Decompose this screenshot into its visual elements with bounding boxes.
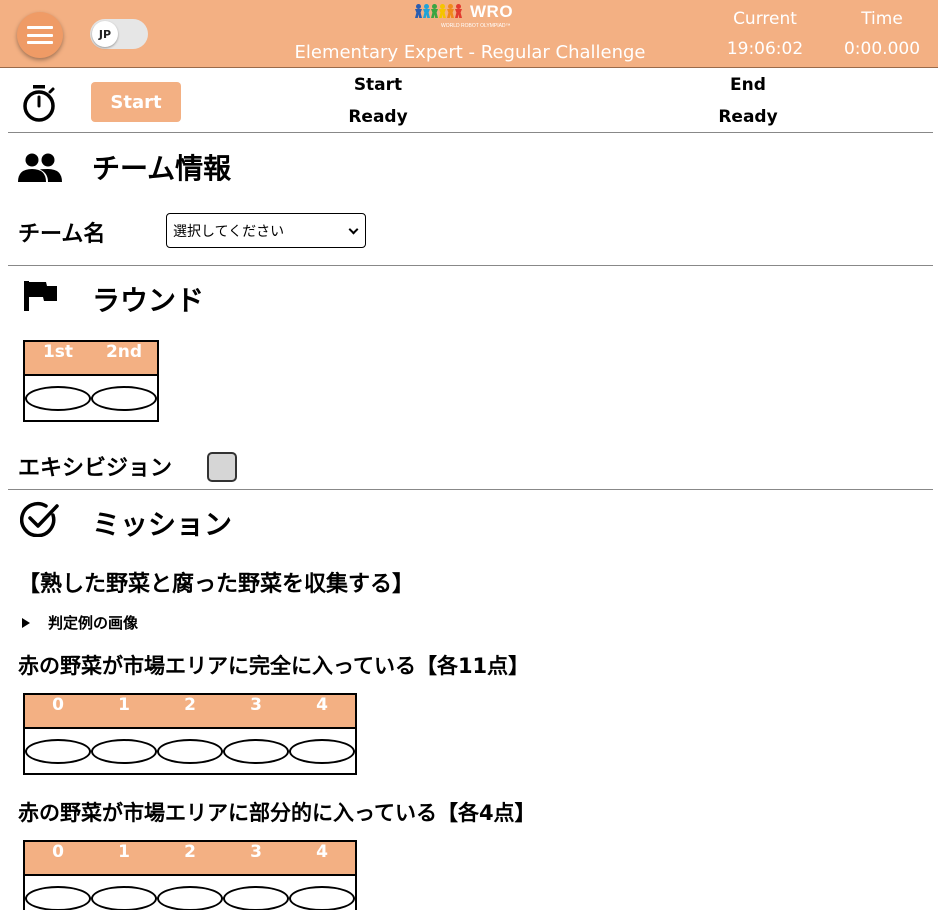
option-header: 2 [184,695,196,715]
round-radio-1st[interactable] [25,385,91,411]
menu-button[interactable] [17,12,63,58]
round-option-header: 1st [42,342,74,362]
logo-people-icon [415,4,462,20]
chevron-down-icon [348,224,359,235]
mission-subtitle: 【熟した野菜と腐った野菜を収集する】 [18,572,415,597]
mission-q2-options: 0 1 2 3 4 [23,840,357,910]
q2-radio-1[interactable] [91,885,157,910]
logo-text: WRO [470,2,514,21]
q1-radio-2[interactable] [157,738,223,764]
q2-radio-0[interactable] [25,885,91,910]
disclosure-triangle-icon [22,617,30,628]
current-label: Current [733,9,797,29]
option-header: 1 [118,842,130,862]
divider [8,265,933,266]
end-column-header: End [730,75,766,95]
option-header: 1 [118,695,130,715]
option-header: 4 [316,842,328,862]
q2-radio-4[interactable] [289,885,355,910]
mission-section-title: ミッション [92,508,233,541]
mission-q1-options: 0 1 2 3 4 [23,693,357,775]
mission-q1-label: 赤の野菜が市場エリアに完全に入っている【各11点】 [18,654,530,678]
language-toggle-knob: JP [92,21,118,47]
option-header: 3 [250,842,262,862]
q1-radio-1[interactable] [91,738,157,764]
q2-radio-2[interactable] [157,885,223,910]
round-radio-2nd[interactable] [91,385,157,411]
round-section-title: ラウンド [92,284,205,317]
team-select-value: 選択してください [173,223,285,240]
divider [8,489,933,490]
start-column-header: Start [353,75,403,95]
app-header: JP WRO WORLD ROBOT OLYMPIAD™ Elementary … [0,0,938,68]
check-circle-icon [20,501,59,537]
judgement-images-toggle[interactable]: 判定例の画像 [22,612,138,633]
challenge-title: Elementary Expert - Regular Challenge [294,42,646,63]
option-header: 3 [250,695,262,715]
time-label: Time [861,9,903,29]
stopwatch-icon [23,85,55,122]
team-name-select[interactable]: 選択してください [166,213,366,248]
current-clock: 19:06:02 [726,39,804,59]
option-header: 0 [52,842,64,862]
mission-q2-label: 赤の野菜が市場エリアに部分的に入っている【各4点】 [18,801,536,825]
q1-radio-4[interactable] [289,738,355,764]
elapsed-time: 0:00.000 [843,39,921,59]
start-status: Ready [348,107,408,127]
round-options-table: 1st 2nd [23,340,159,422]
round-option-header: 2nd [105,342,143,362]
start-button[interactable]: Start [91,82,181,122]
end-status: Ready [718,107,778,127]
wro-logo: WRO WORLD ROBOT OLYMPIAD™ [415,2,527,32]
q2-radio-3[interactable] [223,885,289,910]
q1-radio-0[interactable] [25,738,91,764]
team-section-title: チーム情報 [92,152,232,185]
flag-icon [24,281,57,311]
judgement-images-label: 判定例の画像 [48,614,139,632]
q1-radio-3[interactable] [223,738,289,764]
logo-subtext: WORLD ROBOT OLYMPIAD™ [441,23,511,29]
option-header: 4 [316,695,328,715]
exhibition-checkbox[interactable] [207,452,237,482]
exhibition-label: エキシビジョン [18,456,173,481]
language-toggle[interactable]: JP [90,19,148,49]
team-name-label: チーム名 [18,222,106,247]
option-header: 0 [52,695,64,715]
option-header: 2 [184,842,196,862]
timer-row: Start Start Ready End Ready [8,69,933,133]
hamburger-icon [27,26,53,44]
people-icon [18,153,62,182]
